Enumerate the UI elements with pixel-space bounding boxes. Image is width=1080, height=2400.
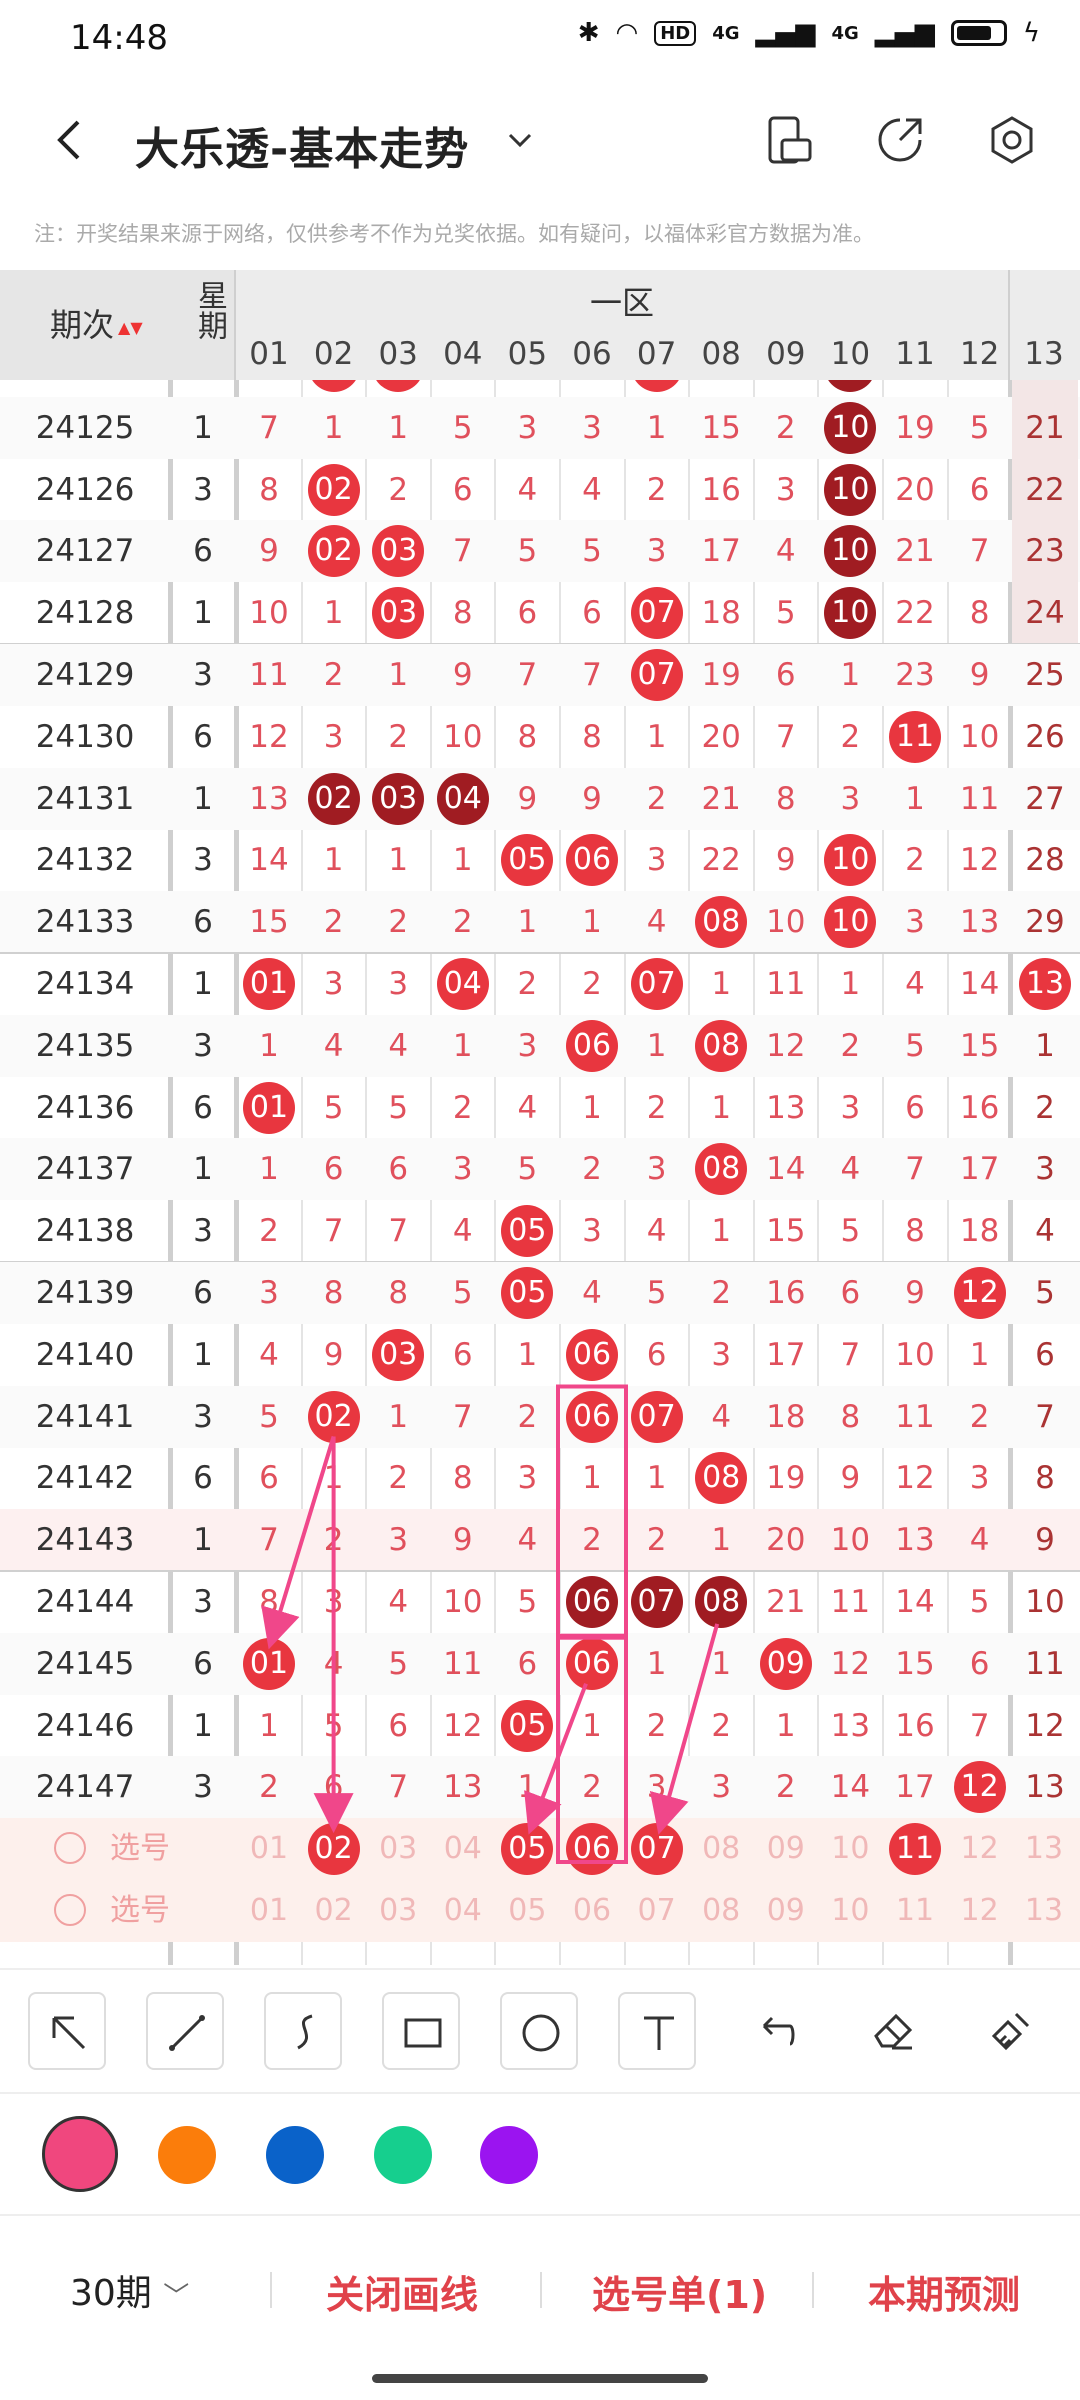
page-title[interactable]: 大乐透-基本走势	[135, 113, 469, 177]
share-icon	[878, 118, 922, 162]
circle-icon	[522, 2014, 560, 2052]
color-swatch-blue[interactable]	[266, 2126, 324, 2184]
text-tool-button[interactable]	[618, 1992, 696, 2070]
rectangle-icon	[404, 2018, 442, 2048]
arrow-tool-button[interactable]	[28, 1992, 106, 2070]
pick-list-button[interactable]: 选号单(1)	[592, 2264, 767, 2319]
status-time: 14:48	[70, 18, 168, 58]
chevron-down-icon	[508, 133, 532, 148]
hd-badge: HD	[654, 20, 697, 46]
status-bar: 14:48 ✱ ◠ HD 4G ▂▄▆ 4G ▂▄▆ ϟ	[0, 0, 1080, 80]
rectangle-tool-button[interactable]	[382, 1992, 460, 2070]
drawing-overlay[interactable]	[0, 270, 1080, 1965]
drawn-arrow[interactable]	[261, 1435, 336, 1650]
close-lines-button[interactable]: 关闭画线	[326, 2264, 478, 2319]
undo-button[interactable]	[736, 1992, 814, 2070]
trend-table[interactable]: 2412466020342207141101842024125171153311…	[0, 270, 1080, 1965]
circle-tool-button[interactable]	[500, 1992, 578, 2070]
undo-icon	[762, 2016, 795, 2046]
period-selector[interactable]: 30期 ﹀	[70, 2264, 189, 2316]
signal-bars-icon-2: ▂▄▆	[874, 18, 935, 48]
forecast-button[interactable]: 本期预测	[868, 2264, 1020, 2319]
color-swatch-pink-selected[interactable]	[42, 2116, 118, 2192]
bottom-bar: 30期 ﹀ 关闭画线 选号单(1) 本期预测	[0, 2214, 1080, 2356]
signal-bars-icon: ▂▄▆	[755, 18, 816, 48]
line-tool-button[interactable]	[146, 1992, 224, 2070]
color-swatch-orange[interactable]	[158, 2126, 216, 2184]
gear-icon	[991, 116, 1033, 164]
clear-all-button[interactable]	[972, 1992, 1050, 2070]
broom-icon	[991, 2012, 1030, 2051]
settings-button[interactable]	[982, 110, 1042, 170]
rotate-screen-icon	[768, 116, 812, 164]
eraser-button[interactable]	[854, 1992, 932, 2070]
eraser-icon	[874, 2013, 913, 2050]
signal-4g-icon: 4G	[712, 22, 740, 44]
text-icon	[644, 2016, 674, 2050]
drawn-arrow[interactable]	[649, 1623, 720, 1835]
line-icon	[169, 2015, 205, 2051]
orientation-button[interactable]	[760, 110, 820, 170]
back-button[interactable]	[40, 110, 100, 170]
drawn-rectangle[interactable]	[556, 1633, 628, 1864]
color-palette	[0, 2092, 1080, 2216]
arrow-up-left-icon	[52, 2016, 86, 2050]
signal-4g-icon-2: 4G	[831, 22, 859, 44]
chevron-left-icon	[57, 120, 80, 160]
curve-tool-button[interactable]	[264, 1992, 342, 2070]
charging-icon: ϟ	[1022, 18, 1040, 48]
chevron-down-icon: ﹀	[163, 2282, 190, 2312]
color-swatch-green[interactable]	[374, 2126, 432, 2184]
curve-icon	[297, 2014, 313, 2050]
wifi-icon: ◠	[615, 18, 639, 48]
color-swatch-purple[interactable]	[480, 2126, 538, 2184]
bluetooth-icon: ✱	[577, 18, 600, 48]
drawn-rectangle[interactable]	[556, 1384, 628, 1640]
drawing-toolbar	[0, 1968, 1080, 2092]
home-indicator[interactable]	[372, 2374, 708, 2383]
title-dropdown[interactable]	[490, 110, 550, 170]
disclaimer-note: 注：开奖结果来源于网络，仅供参考不作为兑奖依据。如有疑问，以福体彩官方数据为准。	[34, 222, 874, 246]
battery-icon	[950, 20, 1007, 46]
app-header: 大乐透-基本走势	[0, 80, 1080, 200]
share-button[interactable]	[870, 110, 930, 170]
